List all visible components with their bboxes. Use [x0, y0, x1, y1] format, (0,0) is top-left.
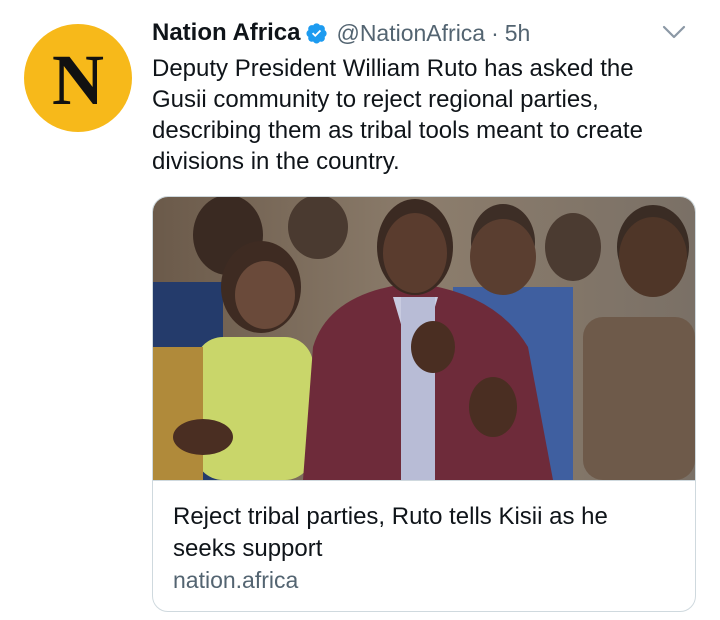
tweet-timestamp[interactable]: 5h	[505, 20, 531, 47]
card-headline[interactable]: Reject tribal parties, Ruto tells Kisii …	[173, 501, 673, 565]
card-photo	[153, 197, 695, 480]
avatar-logo-letter: N	[52, 40, 104, 120]
more-options-chevron-down-icon[interactable]	[660, 20, 688, 44]
author-avatar[interactable]: N	[24, 24, 132, 132]
author-handle[interactable]: @NationAfrica	[336, 20, 485, 47]
author-name[interactable]: Nation Africa	[152, 19, 300, 47]
verified-badge-icon	[306, 22, 328, 44]
link-preview-card[interactable]: Reject tribal parties, Ruto tells Kisii …	[152, 196, 696, 612]
card-text-area[interactable]: Reject tribal parties, Ruto tells Kisii …	[153, 480, 695, 611]
tweet-text: Deputy President William Ruto has asked …	[152, 55, 643, 175]
card-domain[interactable]: nation.africa	[173, 567, 298, 594]
header-separator: ·	[491, 19, 499, 46]
tweet-header: Nation Africa @NationAfrica · 5h	[152, 16, 696, 50]
